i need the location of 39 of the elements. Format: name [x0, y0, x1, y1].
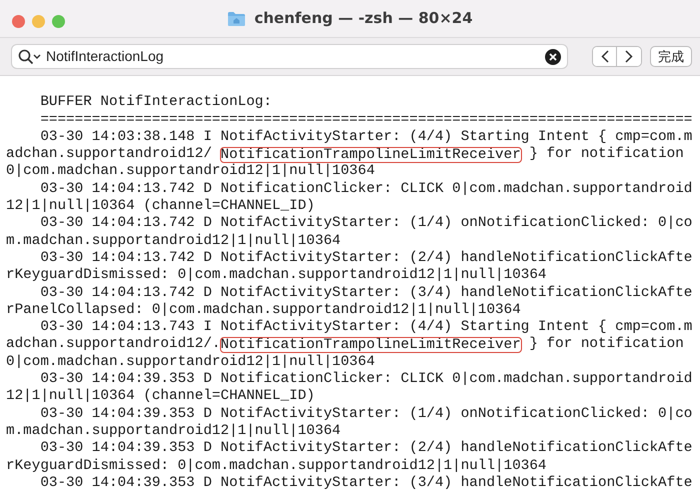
- terminal-line: 03-30 14:04:13.742 D NotifActivityStarter: (3/4) handleNotificationClickAfte: [39, 284, 694, 302]
- terminal-line: m.madchan.supportandroid12|1|null|10364: [6, 422, 342, 440]
- search-bar[interactable]: NotifInteractionLog: [11, 44, 568, 69]
- terminal-line: 12|1|null|10364 (channel=CHANNEL_ID): [6, 198, 316, 216]
- terminal-line: 12|1|null|10364 (channel=CHANNEL_ID): [6, 388, 316, 406]
- clear-button[interactable]: [545, 48, 561, 64]
- terminal-line: rPanelCollapsed: 0|com.madchan.supportandroid12|1|null|10364: [6, 302, 522, 320]
- search-field[interactable]: NotifInteractionLog: [46, 46, 541, 67]
- terminal-line: 03-30 14:04:39.353 D NotifActivityStarter: (3/4) handleNotificationClickAfte: [39, 474, 694, 492]
- terminal-line: 03-30 14:03:38.148 I NotifActivityStarter: (4/4) Starting Intent { cmp=com.m: [39, 128, 694, 146]
- terminal-line: 0|com.madchan.supportandroid12|1|null|10364: [6, 163, 376, 181]
- terminal-line: 03-30 14:04:13.742 D NotificationClicker: CLICK 0|com.madchan.supportandroid: [39, 180, 694, 198]
- terminal-line: ============================================================================: [39, 112, 694, 129]
- terminal-line: } for notification: [528, 336, 684, 352]
- terminal-line: adchan.supportandroid12/.: [6, 336, 220, 352]
- terminal-line: rKeyguardDismissed: 0|com.madchan.supportandroid12|1|null|10364: [6, 458, 548, 475]
- chevron-right-icon: [625, 50, 633, 63]
- chevron-left-icon: [600, 50, 608, 63]
- terminal-line: 03-30 14:04:13.742 D NotifActivityStarter: (1/4) onNotificationClicked: 0|co: [39, 215, 694, 233]
- close-icon: [549, 52, 557, 60]
- terminal-line: 03-30 14:04:39.353 D NotifActivityStarter: (2/4) handleNotificationClickAfte: [39, 440, 694, 458]
- terminal-line: m.madchan.supportandroid12|1|null|10364: [6, 232, 342, 250]
- window-title: chenfeng — -zsh — 80×24: [254, 8, 473, 30]
- folder-icon: [227, 10, 246, 26]
- highlighted-text: NotificationTrampolineLimitReceiver: [220, 338, 521, 352]
- search-options-icon[interactable]: [18, 48, 42, 64]
- previous-button[interactable]: [593, 47, 617, 66]
- terminal-line: rKeyguardDismissed: 0|com.madchan.supportandroid12|1|null|10364: [6, 267, 548, 285]
- terminal-line: 03-30 14:04:13.742 D NotifActivityStarter: (2/4) handleNotificationClickAfte: [39, 250, 694, 268]
- terminal-line: BUFFER NotifInteractionLog:: [39, 94, 273, 112]
- terminal-line: adchan.supportandroid12/: [6, 146, 213, 162]
- terminal-line: 03-30 14:04:13.743 I NotifActivityStarter: (4/4) Starting Intent { cmp=com.m: [39, 319, 694, 336]
- terminal-line: 03-30 14:04:39.353 D NotifActivityStarter: (1/4) onNotificationClicked: 0|co: [39, 406, 694, 423]
- terminal-line: } for notification: [528, 146, 684, 162]
- terminal-line: 0|com.madchan.supportandroid12|1|null|10364: [6, 354, 376, 372]
- done-button[interactable]: 完成: [650, 46, 692, 67]
- terminal-line: 03-30 14:04:39.353 D NotificationClicker: CLICK 0|com.madchan.supportandroid: [39, 371, 694, 388]
- highlighted-text: NotificationTrampolineLimitReceiver: [220, 148, 521, 162]
- close-window-button[interactable]: [12, 15, 25, 28]
